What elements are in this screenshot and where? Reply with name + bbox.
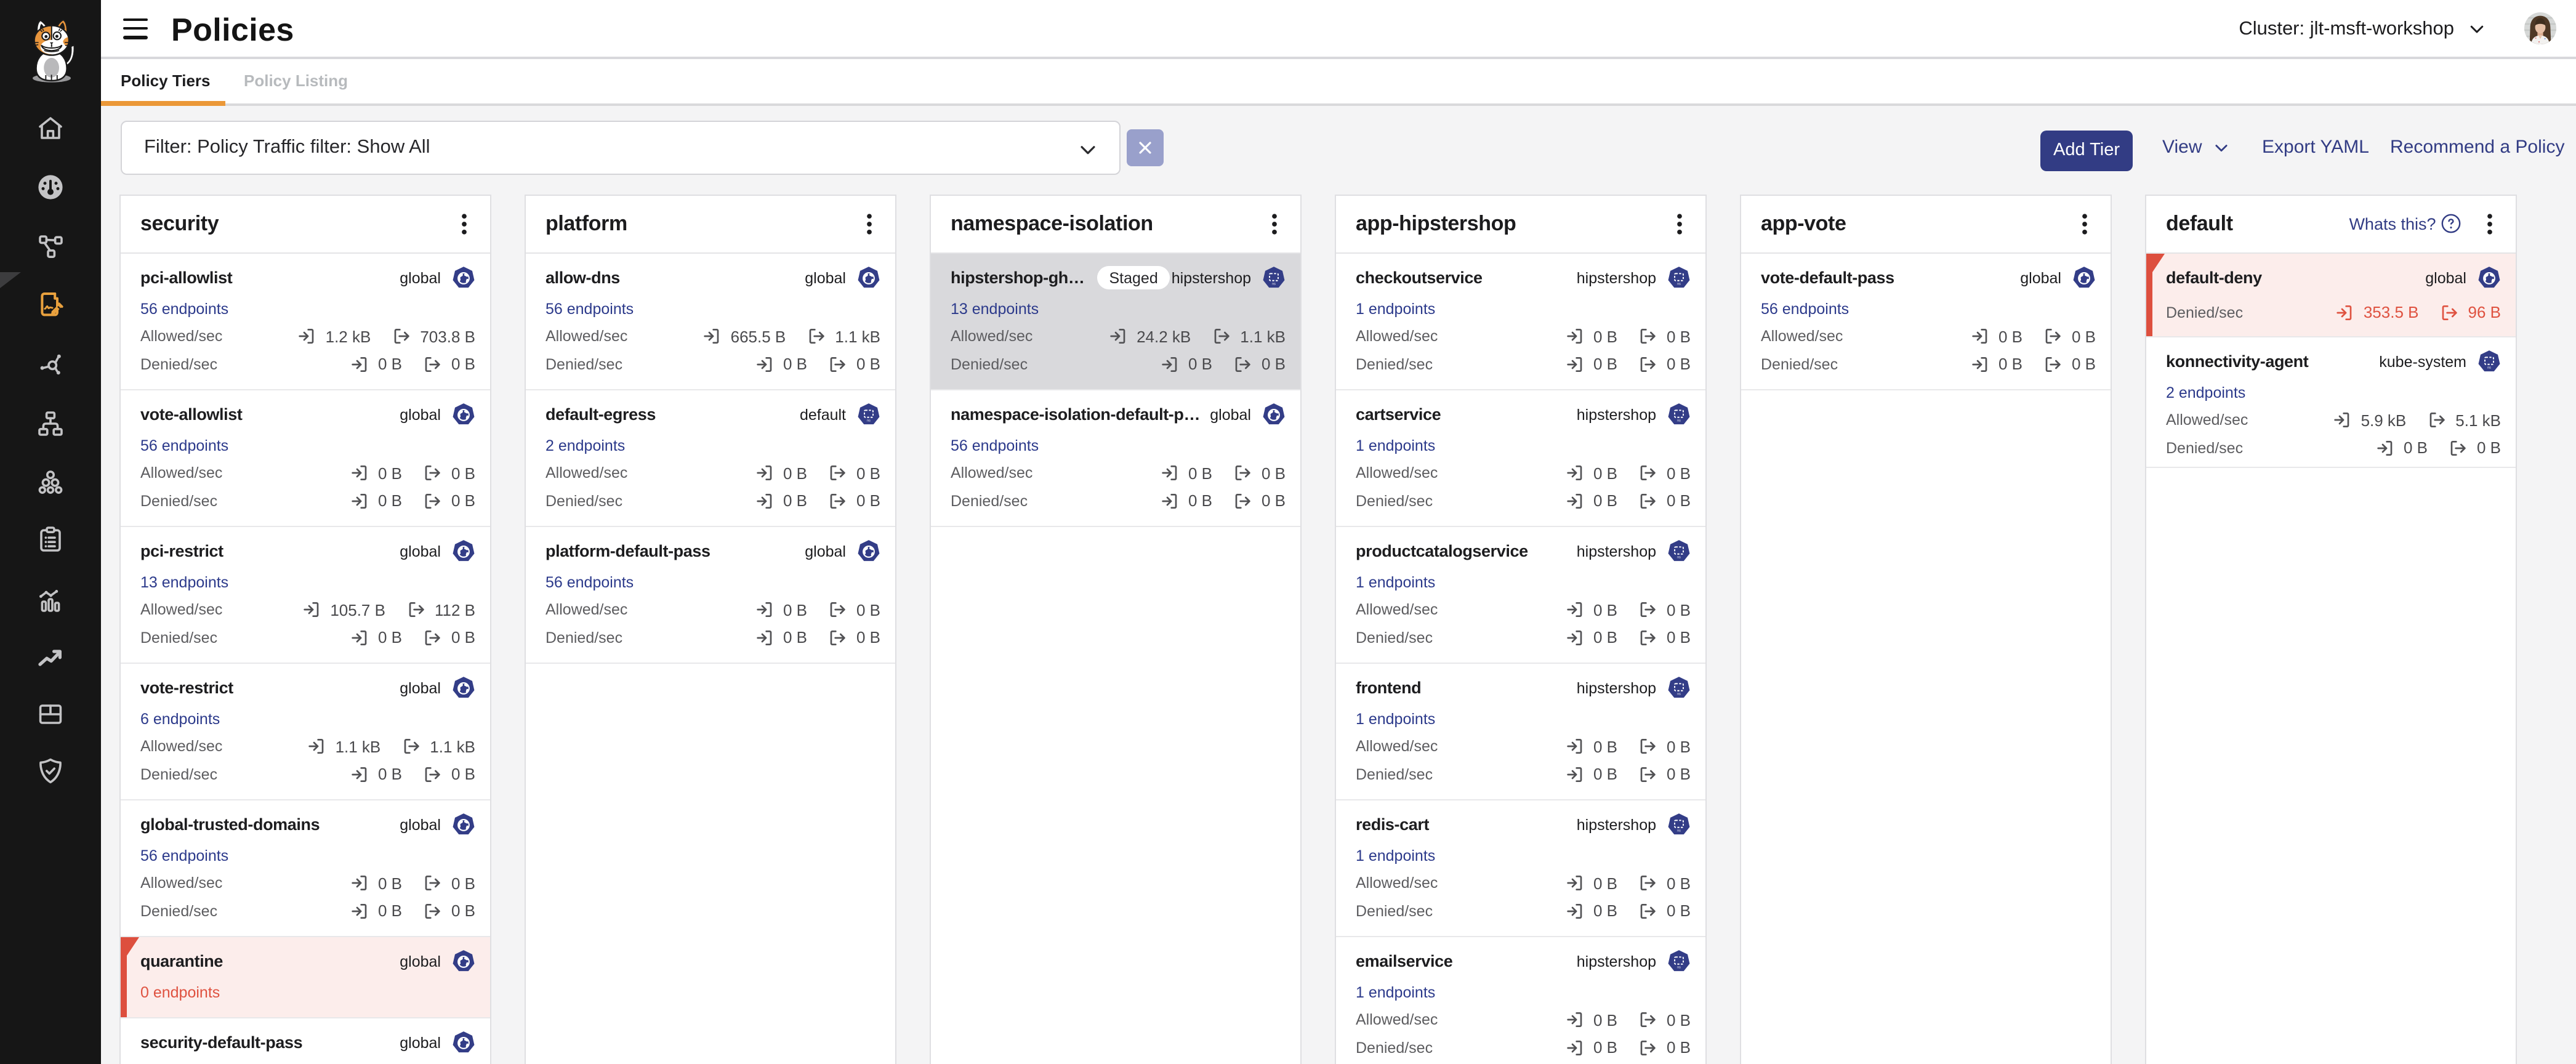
- svg-text:ns: ns: [1677, 419, 1681, 422]
- svg-text:ns: ns: [1677, 692, 1681, 696]
- svg-text:ns: ns: [1677, 965, 1681, 969]
- svg-text:ns: ns: [1677, 829, 1681, 832]
- svg-text:ns: ns: [1677, 282, 1681, 286]
- svg-text:ns: ns: [2487, 366, 2491, 369]
- svg-text:ns: ns: [1272, 282, 1276, 286]
- svg-text:ns: ns: [867, 419, 871, 422]
- svg-text:ns: ns: [1677, 555, 1681, 559]
